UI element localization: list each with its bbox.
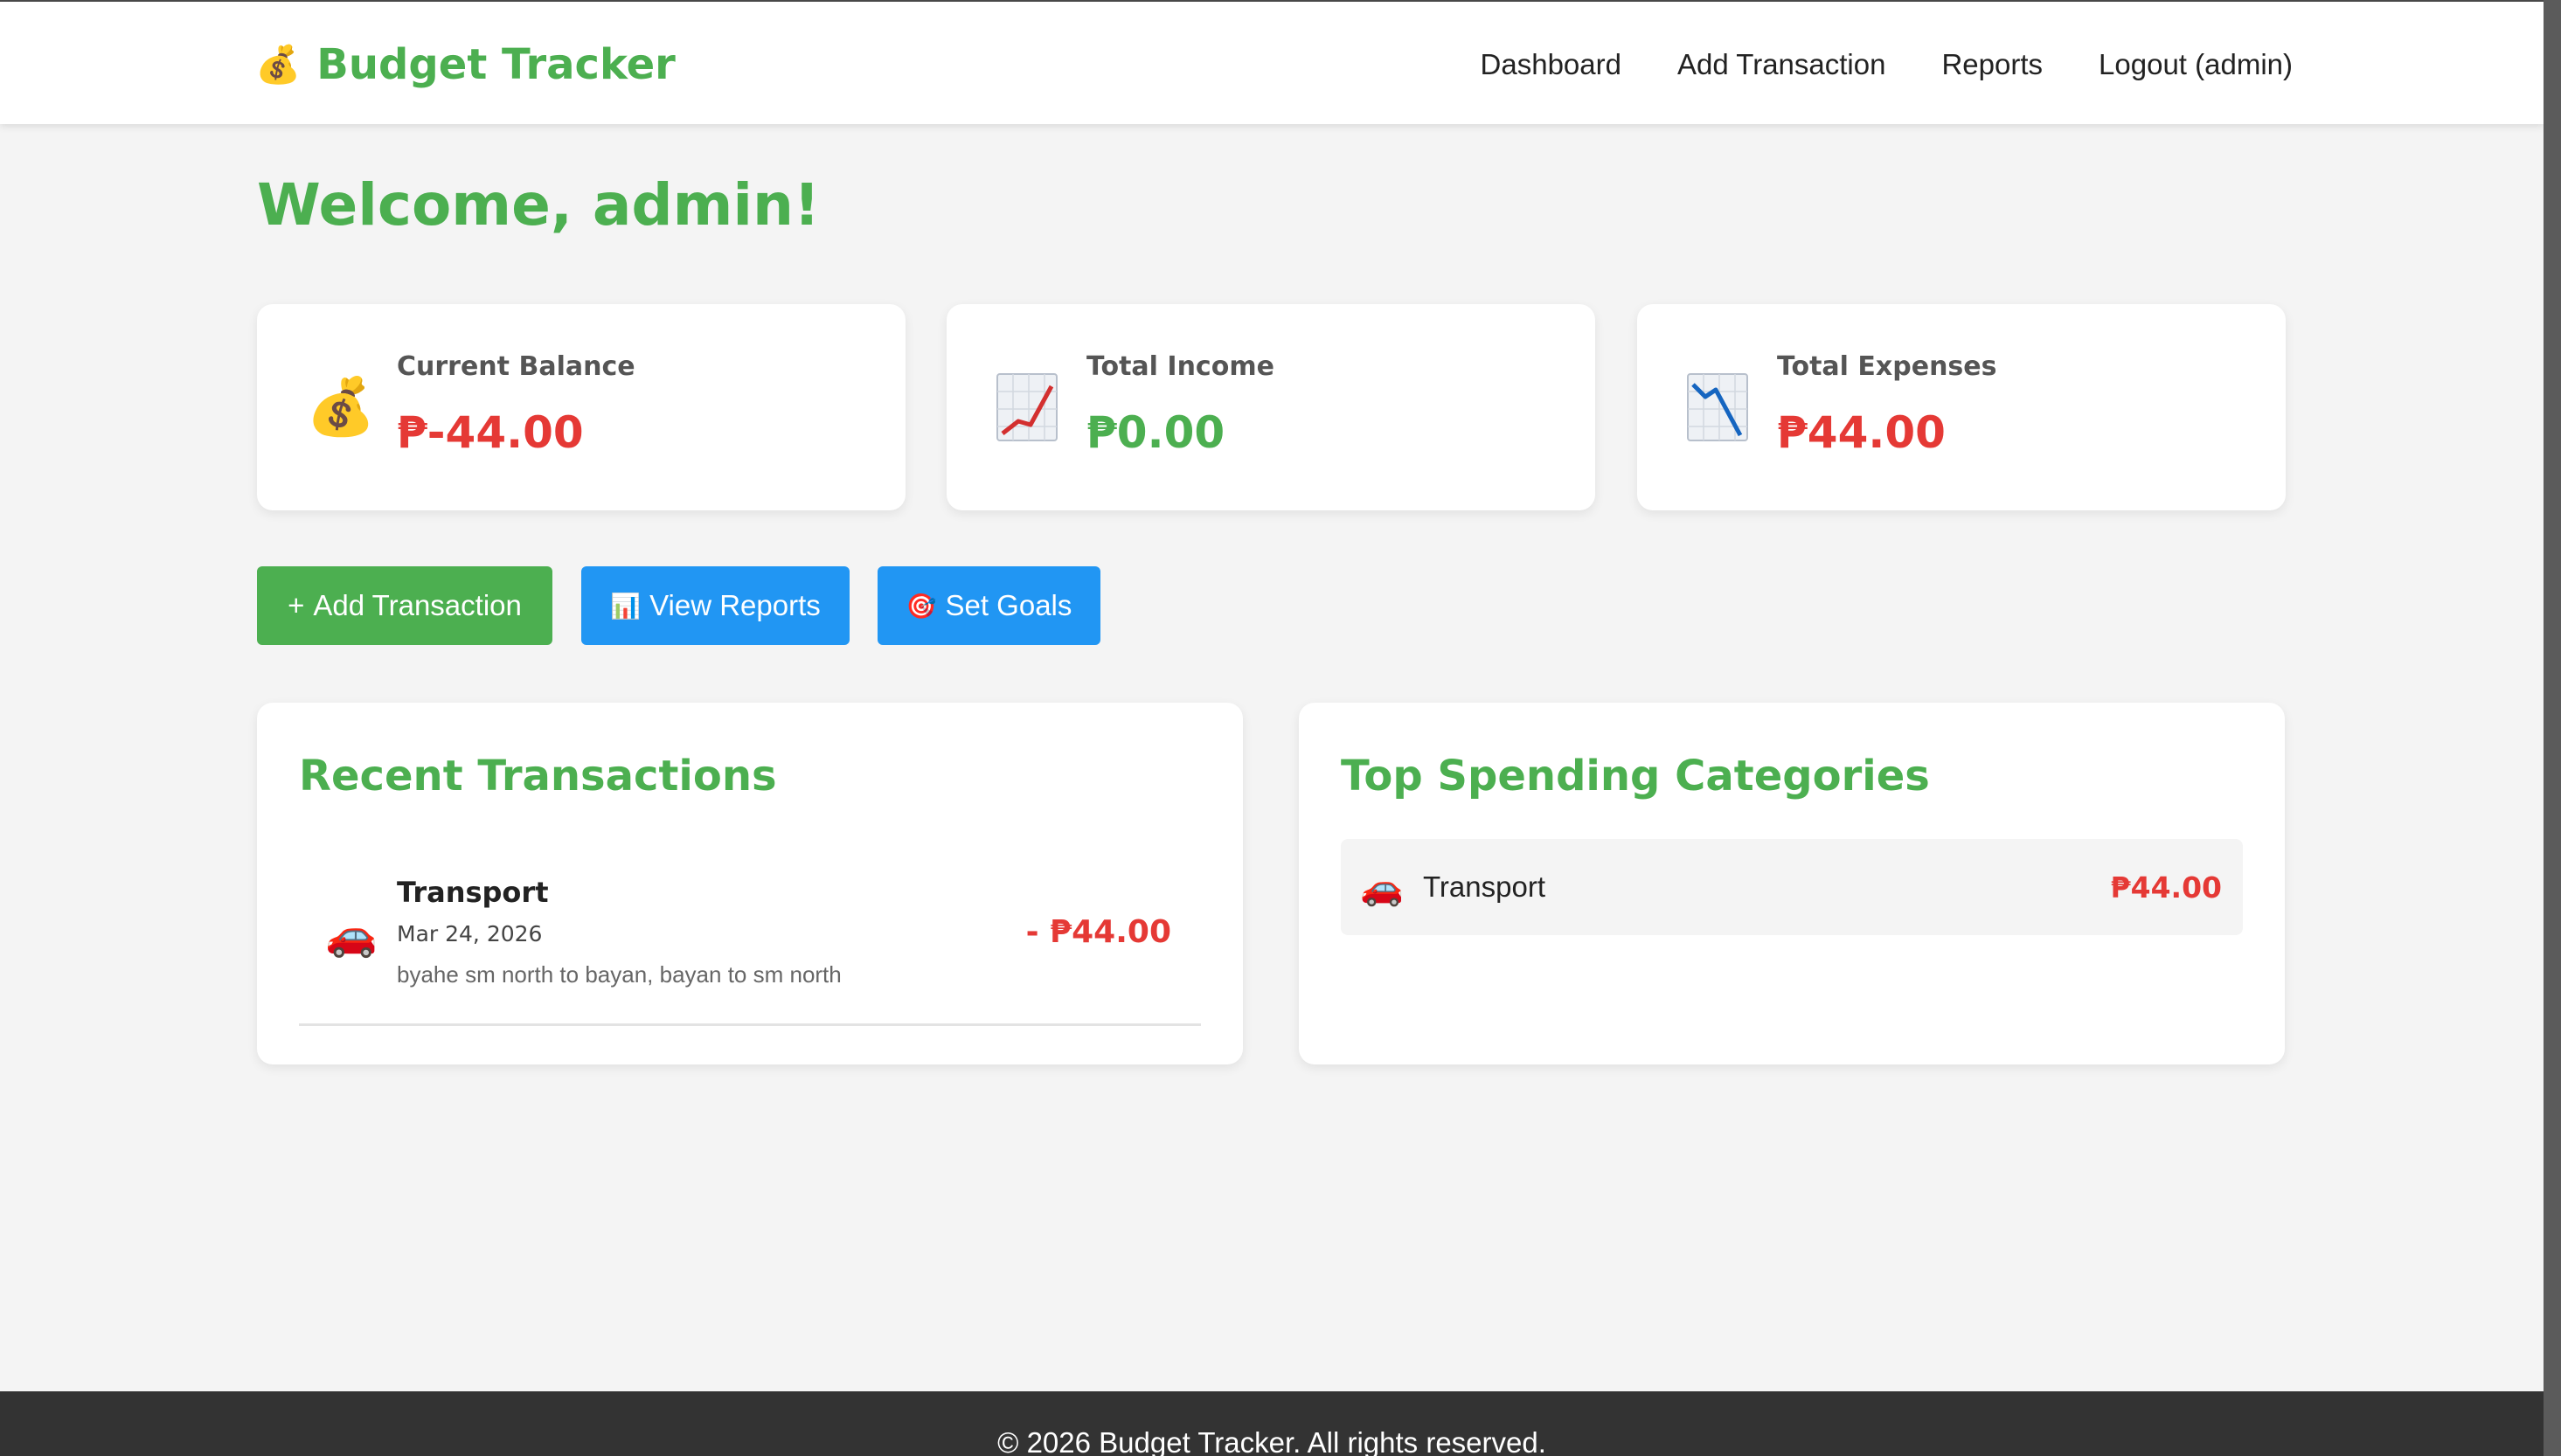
add-transaction-button[interactable]: + Add Transaction — [257, 566, 552, 645]
nav-reports[interactable]: Reports — [1941, 48, 2043, 81]
nav-add-transaction[interactable]: Add Transaction — [1677, 48, 1885, 81]
money-bag-icon: 💰 — [306, 375, 376, 440]
button-label: Set Goals — [945, 589, 1072, 621]
scrollbar[interactable] — [2544, 0, 2561, 1456]
money-bag-icon: 💰 — [255, 43, 302, 86]
transaction-amount: - ₱44.00 — [1025, 914, 1171, 950]
chart-decreasing-icon — [1686, 372, 1749, 442]
target-icon: 🎯 — [906, 592, 937, 620]
category-name: Transport — [1423, 870, 1545, 903]
transaction-description: byahe sm north to bayan, bayan to sm nor… — [397, 961, 842, 988]
chart-increasing-icon — [996, 372, 1058, 442]
set-goals-button[interactable]: 🎯 Set Goals — [878, 566, 1100, 645]
category-row[interactable]: 🚗 Transport ₱44.00 — [1341, 839, 2243, 935]
stat-card-balance: 💰 Current Balance ₱-44.00 — [257, 304, 906, 510]
footer: © 2026 Budget Tracker. All rights reserv… — [0, 1391, 2544, 1456]
recent-transactions-panel: Recent Transactions 🚗 Transport Mar 24, … — [257, 703, 1243, 1064]
bar-chart-icon: 📊 — [610, 592, 642, 620]
main-nav: Dashboard Add Transaction Reports Logout… — [1481, 40, 2293, 89]
car-icon: 🚗 — [325, 911, 378, 960]
transaction-row[interactable]: 🚗 Transport Mar 24, 2026 byahe sm north … — [299, 860, 1201, 1026]
panel-title: Top Spending Categories — [1341, 752, 1930, 801]
top-categories-panel: Top Spending Categories 🚗 Transport ₱44.… — [1299, 703, 2285, 1064]
brand-title: Budget Tracker — [316, 40, 676, 89]
transaction-category: Transport — [397, 876, 549, 909]
category-amount: ₱44.00 — [2110, 870, 2222, 905]
plus-icon: + — [288, 589, 305, 621]
footer-text: © 2026 Budget Tracker. All rights reserv… — [997, 1426, 1546, 1456]
button-label: Add Transaction — [313, 589, 522, 621]
transaction-date: Mar 24, 2026 — [397, 921, 543, 946]
stat-value: ₱0.00 — [1086, 407, 1225, 458]
stat-label: Total Expenses — [1777, 351, 1997, 382]
car-icon: 🚗 — [1360, 868, 1404, 908]
brand[interactable]: 💰 Budget Tracker — [255, 37, 676, 93]
top-header: 💰 Budget Tracker Dashboard Add Transacti… — [0, 2, 2544, 124]
button-label: View Reports — [649, 589, 821, 621]
nav-dashboard[interactable]: Dashboard — [1481, 48, 1621, 81]
stat-label: Current Balance — [397, 351, 635, 382]
stat-value: ₱44.00 — [1777, 407, 1946, 458]
nav-logout[interactable]: Logout (admin) — [2099, 48, 2293, 81]
stat-label: Total Income — [1086, 351, 1274, 382]
stat-card-income: Total Income ₱0.00 — [947, 304, 1595, 510]
page-title: Welcome, admin! — [257, 171, 821, 239]
stat-card-expenses: Total Expenses ₱44.00 — [1637, 304, 2286, 510]
view-reports-button[interactable]: 📊 View Reports — [581, 566, 850, 645]
stat-value: ₱-44.00 — [397, 407, 584, 458]
panel-title: Recent Transactions — [299, 752, 777, 801]
